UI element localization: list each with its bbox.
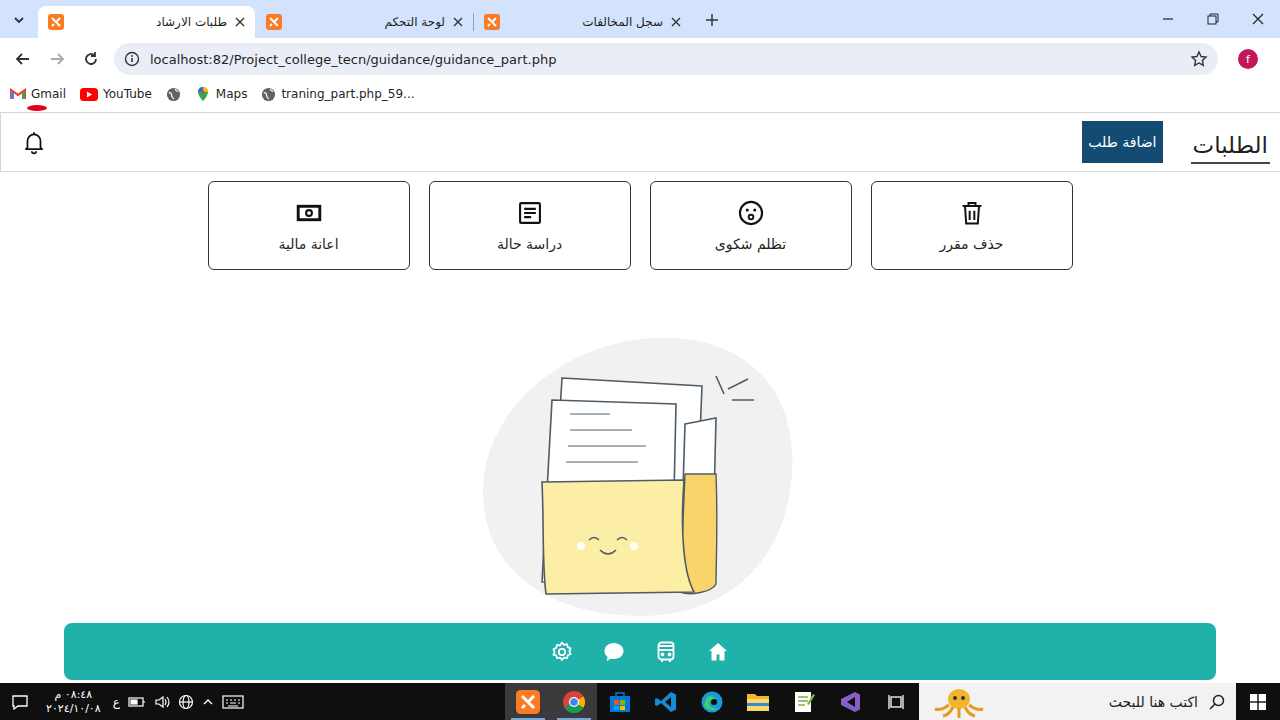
youtube-icon xyxy=(80,88,98,101)
minimize-icon[interactable] xyxy=(1145,0,1190,38)
chrome-app-icon[interactable] xyxy=(551,683,597,720)
category-card[interactable]: اعانة مالية xyxy=(208,181,410,270)
money-icon xyxy=(295,199,323,227)
input-language[interactable]: ع xyxy=(113,695,120,709)
site-info-icon[interactable] xyxy=(124,51,140,67)
search-icon xyxy=(1208,693,1226,711)
xampp-app-icon[interactable] xyxy=(505,683,551,720)
trash-icon xyxy=(958,199,986,227)
vscode-app-icon[interactable] xyxy=(643,683,689,720)
bookmark-label[interactable]: YouTube xyxy=(103,87,152,101)
tab-close-icon[interactable] xyxy=(235,17,245,27)
globe-icon xyxy=(261,87,276,102)
bus-icon[interactable] xyxy=(654,640,678,664)
xampp-favicon-icon xyxy=(48,14,64,30)
browser-tab[interactable]: سجل المخالفات xyxy=(474,6,691,38)
confused-face-icon xyxy=(737,199,765,227)
store-app-icon[interactable] xyxy=(597,683,643,720)
maps-icon xyxy=(195,86,211,102)
back-arrow-icon[interactable] xyxy=(6,42,40,76)
category-card[interactable]: حذف مقرر xyxy=(871,181,1073,270)
home-icon[interactable] xyxy=(706,640,730,664)
bookmark-label[interactable]: Maps xyxy=(216,87,248,101)
bookmark[interactable]: traning_part.php_59... xyxy=(261,87,414,102)
search-placeholder[interactable]: اكتب هنا للبحث xyxy=(1109,694,1198,710)
taskbar: اكتب هنا للبحث ع ٠٨:٤٨ م٢٠٢٤/١٠/٠٨ xyxy=(0,683,1280,720)
category-card[interactable]: تظلم شكوى xyxy=(650,181,852,270)
clock[interactable]: ٠٨:٤٨ م٢٠٢٤/١٠/٠٨ xyxy=(40,683,107,720)
tab-title[interactable]: لوحة التحكم xyxy=(290,15,445,29)
restore-icon[interactable] xyxy=(1190,0,1235,38)
network-icon[interactable] xyxy=(178,694,194,710)
visualstudio-app-icon[interactable] xyxy=(827,683,873,720)
tab-strip: طلبات الارشاد لوحة التحكم سجل المخالفات xyxy=(0,0,1280,38)
window-close-icon[interactable] xyxy=(1235,0,1280,38)
spacer xyxy=(250,683,505,720)
clock-date[interactable]: ٢٠٢٤/١٠/٠٨ xyxy=(46,702,101,716)
page-header: الطلبات اضافة طلب xyxy=(0,112,1280,172)
bookmark[interactable]: Gmail xyxy=(10,87,66,101)
chat-icon[interactable] xyxy=(602,640,626,664)
chevron-down-icon[interactable] xyxy=(6,7,32,33)
octopus-doodle-icon xyxy=(929,685,989,719)
system-tray: ع xyxy=(107,683,250,720)
category-card[interactable]: دراسة حالة xyxy=(429,181,631,270)
gmail-icon xyxy=(10,88,26,100)
add-request-button[interactable]: اضافة طلب xyxy=(1082,121,1162,163)
profile-avatar[interactable]: f xyxy=(1238,49,1258,69)
category-label[interactable]: دراسة حالة xyxy=(497,236,562,252)
taskbar-search[interactable]: اكتب هنا للبحث xyxy=(919,683,1236,720)
bookmark-label[interactable]: Gmail xyxy=(31,87,66,101)
empty-illustration-area xyxy=(0,270,1280,623)
task-view-icon[interactable] xyxy=(873,683,919,720)
clock-time[interactable]: ٠٨:٤٨ م xyxy=(55,688,93,702)
speaker-icon[interactable] xyxy=(154,694,170,710)
gear-icon[interactable] xyxy=(550,640,574,664)
category-label[interactable]: اعانة مالية xyxy=(278,236,338,252)
tab-title[interactable]: سجل المخالفات xyxy=(508,15,663,29)
windows-start-icon[interactable] xyxy=(1236,683,1280,720)
notepad-app-icon[interactable] xyxy=(781,683,827,720)
tab-close-icon[interactable] xyxy=(453,17,463,27)
xampp-favicon-icon xyxy=(266,14,282,30)
battery-icon[interactable] xyxy=(128,696,146,708)
bell-icon[interactable] xyxy=(21,129,47,155)
address-url[interactable]: localhost:82/Project_college_tecn/guidan… xyxy=(150,52,1180,67)
notification-badge xyxy=(27,105,47,111)
document-icon xyxy=(516,199,544,227)
empty-folder-illustration-icon xyxy=(480,334,800,619)
category-label[interactable]: حذف مقرر xyxy=(939,236,1003,252)
xampp-favicon-icon xyxy=(484,14,500,30)
new-tab-icon[interactable] xyxy=(699,7,725,33)
web-page: الطلبات اضافة طلب حذف مقرر تظلم شكوى دراسة ح… xyxy=(0,108,1280,683)
browser-tab[interactable]: طلبات الارشاد xyxy=(38,6,255,38)
bookmarks-bar: Gmail YouTube Maps traning_part.php_59... xyxy=(0,80,1280,108)
edge-app-icon[interactable] xyxy=(689,683,735,720)
tab-title[interactable]: طلبات الارشاد xyxy=(72,15,227,29)
forward-arrow-icon[interactable] xyxy=(40,42,74,76)
keyboard-icon[interactable] xyxy=(222,694,244,710)
browser-toolbar: localhost:82/Project_college_tecn/guidan… xyxy=(0,38,1280,80)
browser-tab[interactable]: لوحة التحكم xyxy=(256,6,473,38)
address-bar[interactable]: localhost:82/Project_college_tecn/guidan… xyxy=(114,43,1218,75)
bookmark-star-icon[interactable] xyxy=(1190,50,1208,68)
category-label[interactable]: تظلم شكوى xyxy=(715,236,786,252)
explorer-app-icon[interactable] xyxy=(735,683,781,720)
show-hidden-icon[interactable] xyxy=(202,696,214,708)
bookmark[interactable]: YouTube xyxy=(80,87,152,101)
reload-icon[interactable] xyxy=(74,42,108,76)
bookmark-label[interactable]: traning_part.php_59... xyxy=(281,87,414,101)
notifications-icon[interactable] xyxy=(0,683,40,720)
category-cards: حذف مقرر تظلم شكوى دراسة حالة اعانة مالية xyxy=(0,181,1280,270)
tab-separator xyxy=(473,13,474,31)
bookmark[interactable]: Maps xyxy=(195,86,248,102)
globe-icon xyxy=(166,87,181,102)
bottom-nav xyxy=(64,623,1216,680)
bookmark[interactable] xyxy=(166,87,181,102)
tab-close-icon[interactable] xyxy=(671,17,681,27)
page-title: الطلبات xyxy=(1191,128,1270,164)
